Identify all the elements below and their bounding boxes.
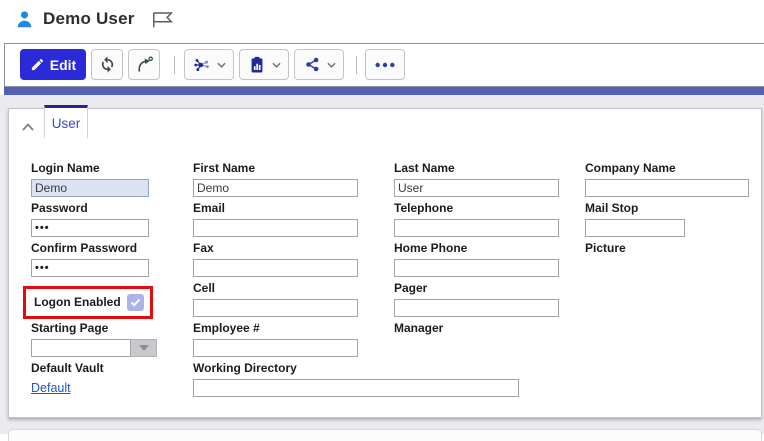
- employee-number-label: Employee #: [193, 322, 358, 335]
- password-label: Password: [31, 202, 149, 215]
- first-name-input[interactable]: [193, 179, 358, 197]
- promote-button[interactable]: [128, 49, 160, 80]
- email-label: Email: [193, 202, 358, 215]
- pager-input[interactable]: [394, 299, 559, 317]
- company-name-input[interactable]: [585, 179, 749, 197]
- field-confirm-password: Confirm Password: [31, 242, 149, 277]
- chevron-down-icon: [327, 62, 336, 68]
- employee-number-input[interactable]: [193, 339, 358, 357]
- email-input[interactable]: [193, 219, 358, 237]
- chevron-up-icon: [22, 123, 34, 131]
- field-first-name: First Name: [193, 162, 358, 197]
- starting-page-label: Starting Page: [31, 322, 157, 335]
- password-input[interactable]: [31, 219, 149, 237]
- more-ellipsis-icon: [374, 61, 396, 69]
- telephone-label: Telephone: [394, 202, 559, 215]
- logon-enabled-label: Logon Enabled: [34, 296, 121, 309]
- more-button[interactable]: [365, 49, 405, 80]
- tab-user[interactable]: User: [44, 105, 88, 138]
- company-name-label: Company Name: [585, 162, 749, 175]
- cell-label: Cell: [193, 282, 358, 295]
- fax-input[interactable]: [193, 259, 358, 277]
- logon-enabled-checkbox[interactable]: [127, 294, 144, 311]
- starting-page-dropdown-button[interactable]: [131, 339, 157, 357]
- report-clipboard-icon: [247, 55, 267, 75]
- field-default-vault: Default Vault Default: [31, 362, 104, 397]
- telephone-input[interactable]: [394, 219, 559, 237]
- field-company-name: Company Name: [585, 162, 749, 197]
- last-name-input[interactable]: [394, 179, 559, 197]
- promote-arrow-icon: [134, 55, 154, 75]
- home-phone-input[interactable]: [394, 259, 559, 277]
- chevron-down-icon: [217, 62, 226, 68]
- field-working-directory: Working Directory: [193, 362, 519, 397]
- field-mail-stop: Mail Stop: [585, 202, 685, 237]
- login-name-input[interactable]: [31, 179, 149, 197]
- starting-page-dropdown[interactable]: [31, 339, 157, 357]
- default-vault-label: Default Vault: [31, 362, 104, 375]
- field-telephone: Telephone: [394, 202, 559, 237]
- flag-icon[interactable]: [151, 10, 175, 29]
- dropdown-arrow-icon: [139, 345, 149, 351]
- toolbar: Edit: [4, 43, 764, 87]
- confirm-password-label: Confirm Password: [31, 242, 149, 255]
- login-name-label: Login Name: [31, 162, 149, 175]
- chevron-down-icon: [272, 62, 281, 68]
- edit-button[interactable]: Edit: [20, 49, 86, 80]
- picture-label: Picture: [585, 242, 626, 255]
- working-directory-label: Working Directory: [193, 362, 519, 375]
- user-panel: User Login Name First Name Last Name Com…: [8, 108, 762, 418]
- share-icon: [303, 55, 322, 74]
- manager-label: Manager: [394, 322, 443, 335]
- logon-enabled-highlight: Logon Enabled: [23, 286, 153, 319]
- refresh-icon: [98, 55, 117, 74]
- page-header: Demo User: [0, 0, 764, 43]
- mail-stop-input[interactable]: [585, 219, 685, 237]
- first-name-label: First Name: [193, 162, 358, 175]
- field-last-name: Last Name: [394, 162, 559, 197]
- field-login-name: Login Name: [31, 162, 149, 197]
- working-directory-input[interactable]: [193, 379, 519, 397]
- confirm-password-input[interactable]: [31, 259, 149, 277]
- last-name-label: Last Name: [394, 162, 559, 175]
- fax-label: Fax: [193, 242, 358, 255]
- accent-band: [4, 87, 764, 95]
- edit-button-label: Edit: [50, 57, 76, 73]
- field-home-phone: Home Phone: [394, 242, 559, 277]
- pencil-icon: [30, 57, 45, 72]
- content-area: User Login Name First Name Last Name Com…: [0, 95, 764, 434]
- toolbar-divider: [356, 56, 357, 74]
- field-pager: Pager: [394, 282, 559, 317]
- pager-label: Pager: [394, 282, 559, 295]
- field-fax: Fax: [193, 242, 358, 277]
- share-button[interactable]: [294, 49, 344, 80]
- field-employee-number: Employee #: [193, 322, 358, 357]
- field-starting-page: Starting Page: [31, 322, 157, 357]
- relationships-button[interactable]: [184, 49, 234, 80]
- person-icon: [16, 10, 33, 29]
- field-password: Password: [31, 202, 149, 237]
- refresh-button[interactable]: [91, 49, 123, 80]
- starting-page-value[interactable]: [31, 339, 131, 357]
- field-manager: Manager: [394, 322, 443, 339]
- relationships-hub-icon: [192, 55, 212, 75]
- report-button[interactable]: [239, 49, 289, 80]
- field-picture: Picture: [585, 242, 626, 259]
- page-title: Demo User: [43, 9, 135, 29]
- next-section-panel[interactable]: [8, 429, 762, 441]
- field-email: Email: [193, 202, 358, 237]
- mail-stop-label: Mail Stop: [585, 202, 685, 215]
- field-cell: Cell: [193, 282, 358, 317]
- collapse-panel-button[interactable]: [19, 118, 37, 136]
- home-phone-label: Home Phone: [394, 242, 559, 255]
- cell-input[interactable]: [193, 299, 358, 317]
- toolbar-divider: [174, 56, 175, 74]
- default-vault-link[interactable]: Default: [31, 381, 71, 395]
